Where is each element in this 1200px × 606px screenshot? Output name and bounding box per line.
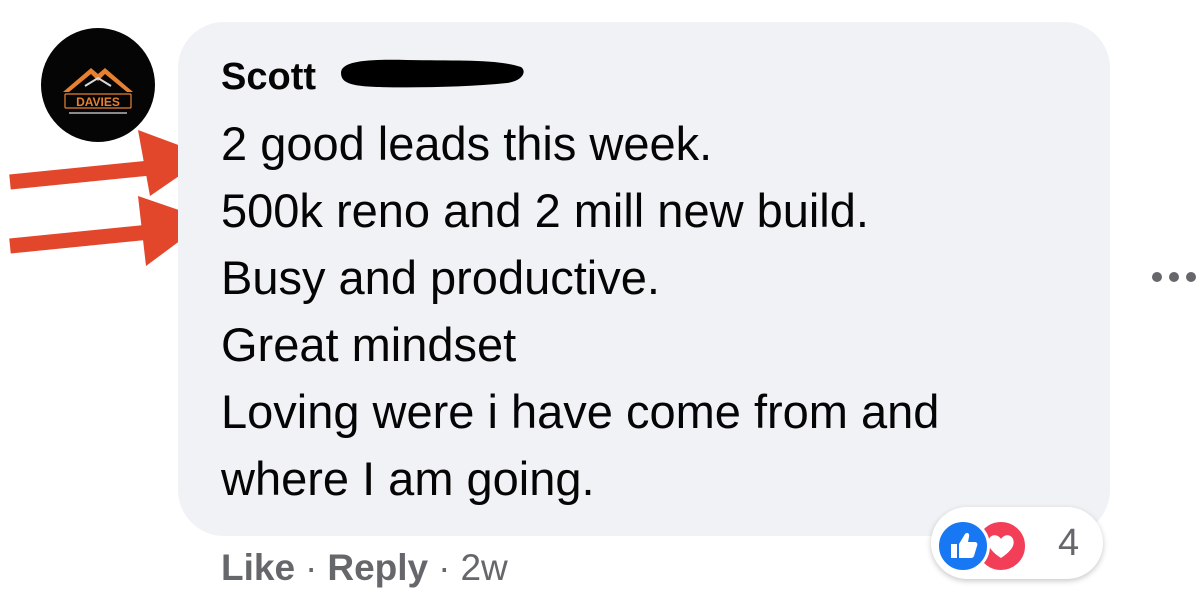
comment-line: 500k reno and 2 mill new build. [221,184,869,237]
comment-text: 2 good leads this week. 500k reno and 2 … [221,110,939,512]
redaction-mark [341,59,524,88]
reaction-count: 4 [1058,522,1080,564]
comment-line: Busy and productive. [221,251,660,304]
like-button[interactable]: Like [221,547,295,588]
svg-text:DAVIES: DAVIES [76,95,120,109]
comment-line: Loving were i have come from and [221,385,940,438]
separator: · [305,547,318,588]
reactions-summary[interactable]: 4 [931,507,1103,579]
comment-timestamp[interactable]: 2w [460,547,507,588]
comment-actions: Like · Reply · 2w [221,545,508,591]
reply-button[interactable]: Reply [327,547,428,588]
more-options-button[interactable] [1148,263,1200,291]
comment-line: 2 good leads this week. [221,117,713,170]
separator: · [438,547,451,588]
comment-line: Great mindset [221,318,517,371]
comment-line: where I am going. [221,452,595,505]
comment-author[interactable]: Scott [221,55,316,99]
thumbs-up-icon [936,519,990,573]
